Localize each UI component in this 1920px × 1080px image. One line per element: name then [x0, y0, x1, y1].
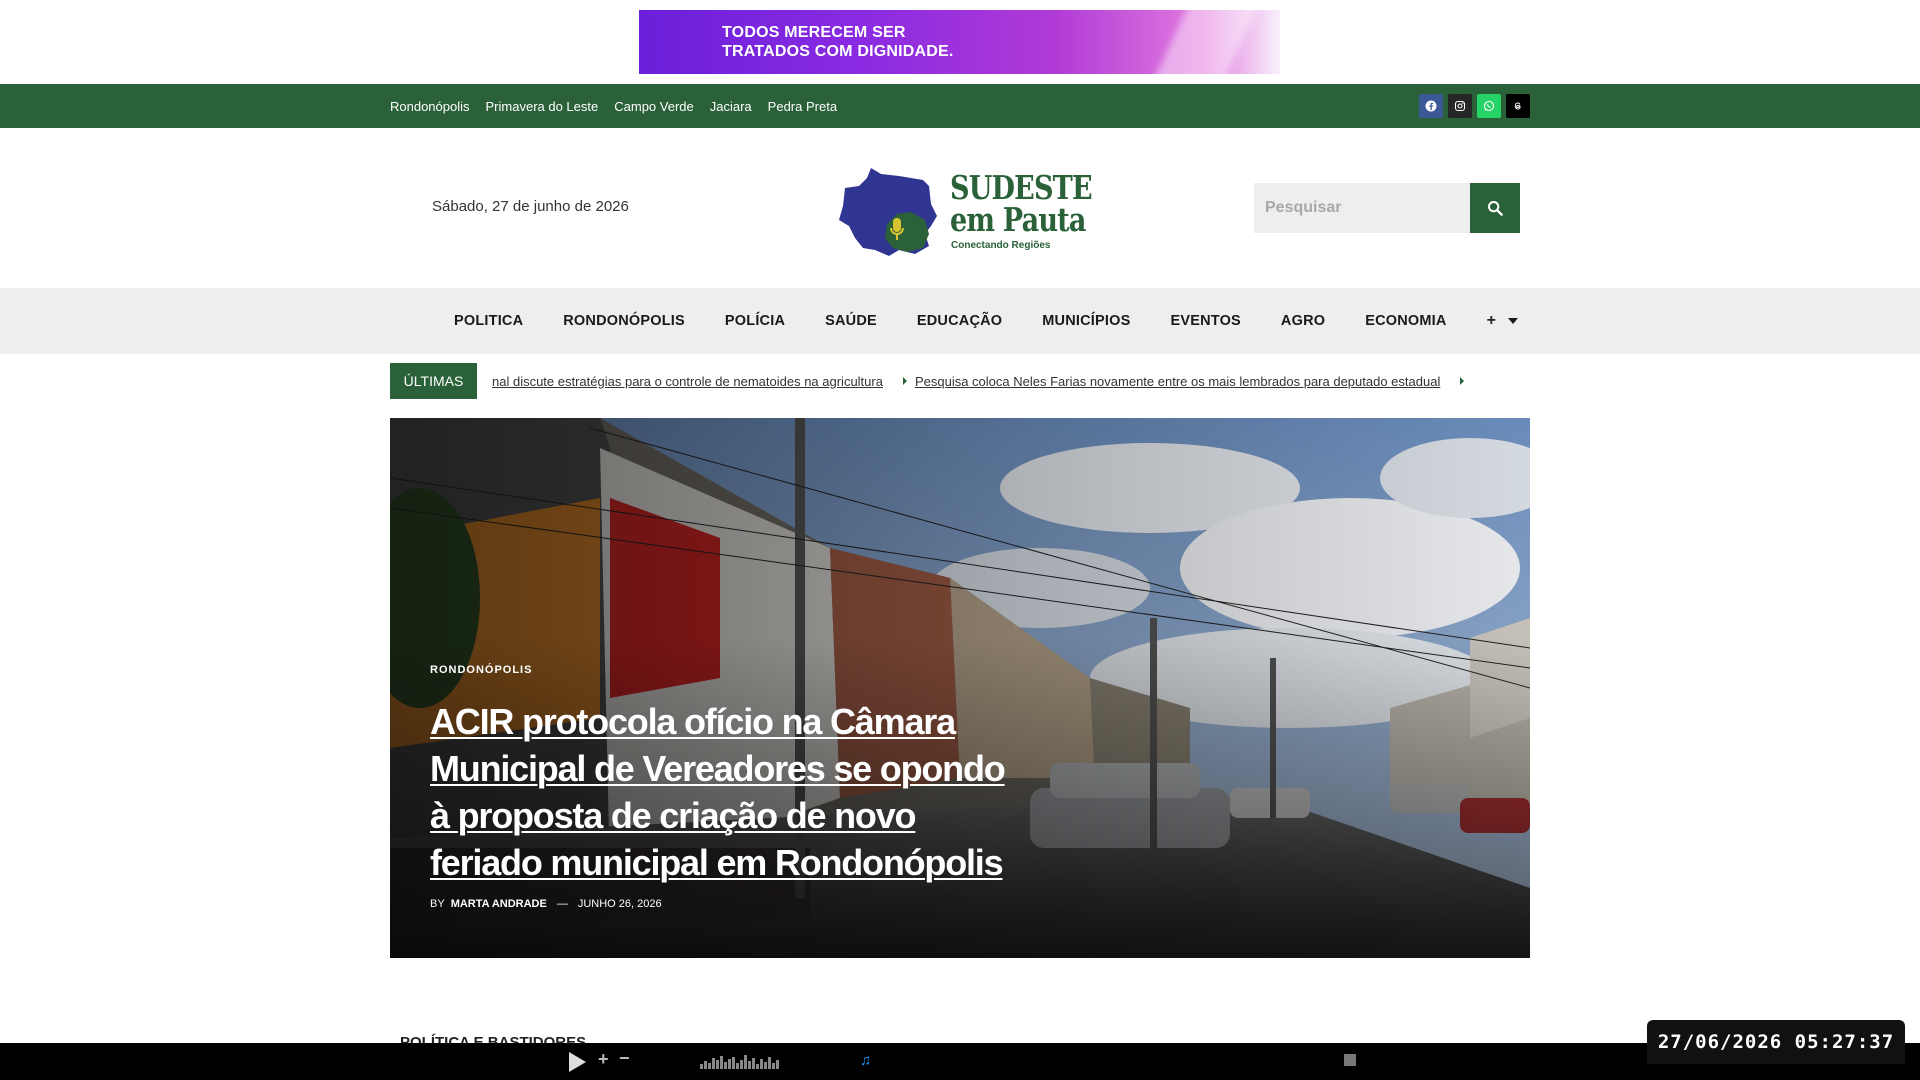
city-link-primavera-do-leste[interactable]: Primavera do Leste — [486, 99, 599, 114]
instagram-icon[interactable] — [1448, 94, 1472, 118]
social-links — [1419, 94, 1530, 118]
hero-date: JUNHO 26, 2026 — [577, 898, 662, 910]
nav-item-municipios[interactable]: MUNICÍPIOS — [1022, 313, 1150, 329]
volume-up-button[interactable]: + — [598, 1049, 609, 1070]
chevron-down-icon — [1507, 318, 1518, 324]
volume-down-button[interactable]: − — [619, 1048, 630, 1069]
hero-content: RONDONÓPOLIS ACIR protocola ofício na Câ… — [430, 664, 1030, 910]
clock-display: 27/06/2026 05:27:37 — [1647, 1020, 1905, 1064]
nav-item-economia[interactable]: ECONOMIA — [1345, 313, 1466, 329]
news-ticker: ÚLTIMAS nal discute estratégias para o c… — [390, 363, 1530, 399]
hero-author[interactable]: MARTA ANDRADE — [451, 898, 547, 910]
search-icon — [1488, 201, 1503, 216]
threads-icon[interactable] — [1506, 94, 1530, 118]
hero-by-label: BY — [430, 898, 445, 910]
player-menu-icon[interactable] — [1344, 1054, 1356, 1066]
music-note-icon[interactable]: ♫ — [860, 1052, 871, 1069]
ad-area: TODOS MERECEM SER TRATADOS COM DIGNIDADE… — [0, 0, 1920, 84]
whatsapp-icon[interactable] — [1477, 94, 1501, 118]
ad-text: TODOS MERECEM SER TRATADOS COM DIGNIDADE… — [722, 23, 954, 61]
hero-meta-separator: — — [556, 898, 568, 910]
nav-item-politica[interactable]: POLITICA — [434, 313, 543, 329]
search-button[interactable] — [1470, 183, 1520, 233]
nav-item-rondonopolis[interactable]: RONDONÓPOLIS — [543, 313, 705, 329]
map-logo-icon — [839, 168, 937, 256]
ad-banner[interactable]: TODOS MERECEM SER TRATADOS COM DIGNIDADE… — [639, 10, 1280, 74]
nav-more-label: + — [1486, 312, 1496, 329]
logo-tagline: Conectando Regiões — [951, 240, 1051, 251]
equalizer-icon — [700, 1055, 779, 1069]
city-link-campo-verde[interactable]: Campo Verde — [614, 99, 694, 114]
nav-item-policia[interactable]: POLÍCIA — [705, 313, 805, 329]
ticker-item[interactable]: nal discute estratégias para o controle … — [492, 374, 883, 389]
play-icon[interactable] — [569, 1052, 586, 1072]
current-date: Sábado, 27 de junho de 2026 — [432, 198, 629, 215]
ad-line-1: TODOS MERECEM SER — [722, 24, 906, 41]
search-input[interactable] — [1254, 183, 1470, 233]
logo-title-line-2: em Pauta — [950, 200, 1086, 239]
nav-items: POLITICA RONDONÓPOLIS POLÍCIA SAÚDE EDUC… — [434, 288, 1538, 354]
city-links: Rondonópolis Primavera do Leste Campo Ve… — [390, 84, 837, 128]
nav-item-saude[interactable]: SAÚDE — [805, 313, 897, 329]
city-link-rondonopolis[interactable]: Rondonópolis — [390, 99, 470, 114]
top-bar: Rondonópolis Primavera do Leste Campo Ve… — [0, 84, 1920, 128]
hero-meta: BY MARTA ANDRADE — JUNHO 26, 2026 — [430, 898, 1030, 910]
ad-decoration — [1149, 10, 1261, 74]
site-logo[interactable]: SUDESTE em Pauta Conectando Regiões — [837, 164, 1093, 256]
featured-article[interactable]: RONDONÓPOLIS ACIR protocola ofício na Câ… — [390, 418, 1530, 958]
ticker-separator-icon — [902, 377, 907, 385]
hero-title[interactable]: ACIR protocola ofício na Câmara Municipa… — [430, 698, 1030, 886]
city-link-jaciara[interactable]: Jaciara — [710, 99, 752, 114]
site-header: Sábado, 27 de junho de 2026 SUDESTE em P… — [0, 128, 1920, 288]
hero-category[interactable]: RONDONÓPOLIS — [430, 664, 1030, 676]
nav-more-dropdown[interactable]: + — [1467, 312, 1538, 330]
ticker-track: nal discute estratégias para o controle … — [492, 363, 1530, 399]
ticker-label: ÚLTIMAS — [390, 363, 477, 399]
city-link-pedra-preta[interactable]: Pedra Preta — [768, 99, 837, 114]
search-form — [1254, 183, 1520, 233]
nav-item-eventos[interactable]: EVENTOS — [1150, 313, 1260, 329]
ticker-separator-icon — [1460, 377, 1465, 385]
ad-line-2: TRATADOS COM DIGNIDADE. — [722, 43, 954, 60]
ticker-item[interactable]: Pesquisa coloca Neles Farias novamente e… — [915, 374, 1440, 389]
radio-player: + − ♫ — [0, 1043, 1920, 1080]
nav-item-educacao[interactable]: EDUCAÇÃO — [897, 313, 1022, 329]
main-nav: POLITICA RONDONÓPOLIS POLÍCIA SAÚDE EDUC… — [0, 288, 1920, 354]
facebook-icon[interactable] — [1419, 94, 1443, 118]
nav-item-agro[interactable]: AGRO — [1261, 313, 1345, 329]
